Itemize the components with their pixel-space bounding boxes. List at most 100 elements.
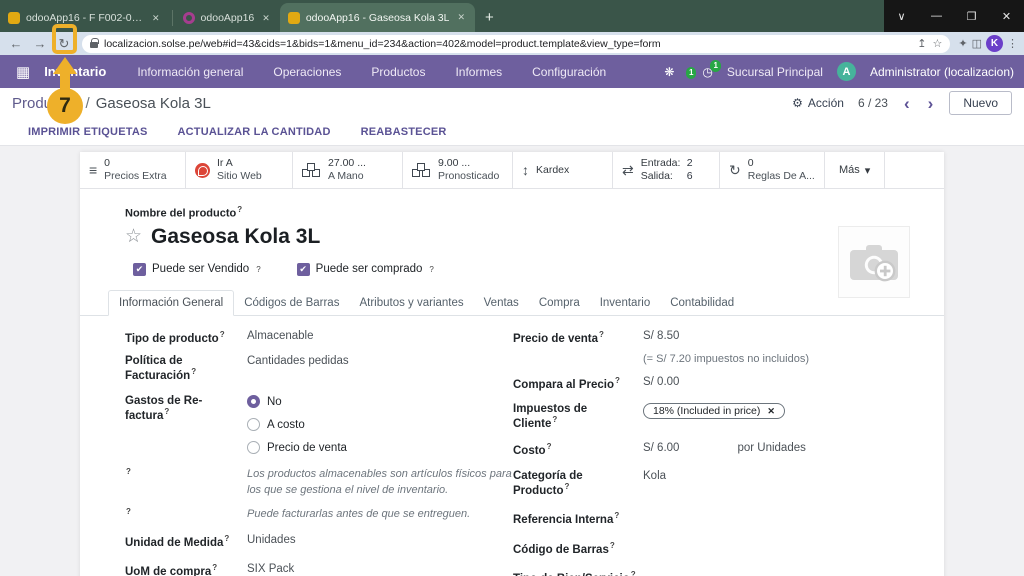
can-be-purchased-checkbox[interactable]: ✔ Puede ser comprado ? (297, 263, 434, 276)
goods-service-type-label: Tipo de Bien/Servicio? (513, 570, 653, 576)
radio-a-costo[interactable]: A costo (247, 418, 347, 431)
window-menu-chevron-icon[interactable]: ∨ (884, 0, 919, 32)
notebook-tabs: Información General Códigos de Barras At… (80, 290, 944, 316)
tab-ventas[interactable]: Ventas (474, 291, 529, 315)
user-menu[interactable]: Administrator (localizacion) (870, 65, 1014, 79)
side-panel-icon[interactable]: ◫ (972, 37, 982, 50)
remove-tax-icon[interactable]: ✕ (767, 406, 775, 417)
website-smart-button[interactable]: Ir ASitio Web (186, 152, 293, 188)
kardex-smart-button[interactable]: ↕ Kardex (513, 152, 613, 188)
tab-contabilidad[interactable]: Contabilidad (660, 291, 744, 315)
compare-price-value[interactable]: S/ 0.00 (643, 376, 679, 388)
menu-informacion-general[interactable]: Información general (124, 65, 256, 79)
tab-informacion-general[interactable]: Información General (108, 290, 234, 316)
browser-tab-2[interactable]: odooApp16 ✕ (175, 4, 280, 32)
invoice-note: Puede facturarlas antes de que se entreg… (247, 507, 513, 523)
extra-prices-smart-button[interactable]: ≡ 0Precios Extra (80, 152, 186, 188)
customer-tax-tag[interactable]: 18% (Included in price) ✕ (643, 403, 785, 419)
user-avatar[interactable]: A (837, 62, 856, 81)
new-record-button[interactable]: Nuevo (949, 91, 1012, 115)
purchase-uom-value[interactable]: SIX Pack (247, 563, 294, 575)
close-icon[interactable]: ✕ (455, 11, 467, 24)
pager-previous-icon[interactable]: ‹ (902, 95, 912, 112)
bookmark-star-icon[interactable]: ☆ (933, 37, 943, 50)
on-hand-smart-button[interactable]: 27.00 ...A Mano (293, 152, 403, 188)
activity-clock-icon[interactable]: ◷ 1 (702, 65, 712, 79)
radio-no[interactable]: No (247, 395, 347, 408)
tab-atributos-y-variantes[interactable]: Atributos y variantes (349, 291, 473, 315)
sales-price-value[interactable]: S/ 8.50 (643, 330, 679, 342)
gear-icon: ⚙ (792, 96, 803, 110)
uom-value[interactable]: Unidades (247, 534, 296, 546)
reinvoice-expenses-label: Gastos de Re-factura? (125, 395, 237, 422)
cost-value[interactable]: S/ 6.00 (643, 442, 679, 454)
menu-informes[interactable]: Informes (442, 65, 515, 79)
replenish-button[interactable]: REABASTECER (361, 126, 447, 138)
reordering-rules-smart-button[interactable]: ↻ 0Reglas De A... (720, 152, 825, 188)
bug-icon[interactable]: ❋ (664, 65, 674, 79)
radio-icon[interactable] (247, 441, 260, 454)
url-text[interactable]: localizacion.solse.pe/web#id=43&cids=1&b… (104, 38, 911, 50)
purchase-uom-label: UoM de compra? (125, 563, 237, 576)
exchange-icon: ⇄ (622, 163, 634, 177)
more-smart-buttons-dropdown[interactable]: Más ▾ (825, 152, 885, 188)
radio-selected-icon[interactable] (247, 395, 260, 408)
breadcrumb-current: Gaseosa Kola 3L (96, 95, 211, 112)
close-icon[interactable]: ✕ (260, 12, 272, 25)
caret-down-icon: ▾ (865, 164, 871, 177)
menu-productos[interactable]: Productos (358, 65, 438, 79)
extensions-icon[interactable]: ✦ (958, 37, 967, 50)
minimize-icon[interactable]: — (919, 0, 954, 32)
browser-menu-dots-icon[interactable]: ⋮ (1007, 37, 1018, 50)
field-grid: Tipo de producto? Almacenable Política d… (80, 316, 944, 576)
product-image-upload[interactable] (838, 226, 910, 298)
forecasted-smart-button[interactable]: 9.00 ...Pronosticado (403, 152, 513, 188)
radio-precio-de-venta[interactable]: Precio de venta (247, 441, 347, 454)
invoicing-policy-value[interactable]: Cantidades pedidas (247, 355, 349, 367)
tab-inventario[interactable]: Inventario (590, 291, 661, 315)
close-window-icon[interactable]: ✕ (989, 0, 1024, 32)
menu-configuracion[interactable]: Configuración (519, 65, 619, 79)
menu-operaciones[interactable]: Operaciones (260, 65, 354, 79)
in-out-smart-button[interactable]: ⇄ Entrada:2 Salida:6 (613, 152, 720, 188)
cubes-icon (412, 163, 431, 178)
control-panel: Productos / Gaseosa Kola 3L ⚙ Acción 6 /… (0, 88, 1024, 118)
tab-codigos-de-barras[interactable]: Códigos de Barras (234, 291, 349, 315)
cost-uom-suffix: por Unidades (737, 442, 805, 454)
back-icon[interactable]: ← (6, 37, 26, 50)
product-category-label: Categoría de Producto? (513, 470, 633, 497)
checkbox-checked-icon[interactable]: ✔ (133, 263, 146, 276)
browser-tab-1[interactable]: odooApp16 - F F002-00000014 ✕ (0, 4, 170, 32)
action-menu-button[interactable]: ⚙ Acción (792, 96, 844, 110)
browser-tab-bar: odooApp16 - F F002-00000014 ✕ odooApp16 … (0, 0, 1024, 32)
share-icon[interactable]: ↥ (917, 37, 926, 50)
address-bar[interactable]: localizacion.solse.pe/web#id=43&cids=1&b… (82, 35, 950, 53)
camera-add-icon (848, 239, 900, 285)
annotation-highlight-box (52, 24, 77, 54)
product-name-label: Nombre del producto? (125, 205, 944, 220)
update-quantity-button[interactable]: ACTUALIZAR LA CANTIDAD (178, 126, 331, 138)
help-tooltip: ? (237, 205, 242, 214)
radio-icon[interactable] (247, 418, 260, 431)
product-type-value[interactable]: Almacenable (247, 330, 313, 342)
restore-icon[interactable]: ❐ (954, 0, 989, 32)
checkbox-checked-icon[interactable]: ✔ (297, 263, 310, 276)
browser-tab-active[interactable]: odooApp16 - Gaseosa Kola 3L ✕ (280, 3, 475, 32)
print-labels-button[interactable]: IMPRIMIR ETIQUETAS (28, 126, 148, 138)
tab-separator (172, 10, 173, 26)
internal-reference-label: Referencia Interna? (513, 511, 633, 526)
annotation-step-number: 7 (47, 88, 83, 124)
tab-compra[interactable]: Compra (529, 291, 590, 315)
chat-badge: 1 (686, 67, 696, 79)
pager-next-icon[interactable]: › (926, 95, 936, 112)
product-name-field[interactable]: Gaseosa Kola 3L (151, 225, 320, 249)
new-tab-button[interactable]: + (475, 9, 504, 32)
product-category-value[interactable]: Kola (643, 470, 666, 482)
can-be-sold-checkbox[interactable]: ✔ Puede ser Vendido ? (133, 263, 261, 276)
apps-grid-icon[interactable]: ▦ (10, 63, 36, 81)
favorite-star-icon[interactable]: ☆ (125, 227, 142, 246)
company-selector[interactable]: Sucursal Principal (727, 65, 823, 79)
close-icon[interactable]: ✕ (150, 12, 162, 25)
forward-icon[interactable]: → (30, 37, 50, 50)
browser-profile-avatar[interactable]: K (986, 35, 1003, 52)
